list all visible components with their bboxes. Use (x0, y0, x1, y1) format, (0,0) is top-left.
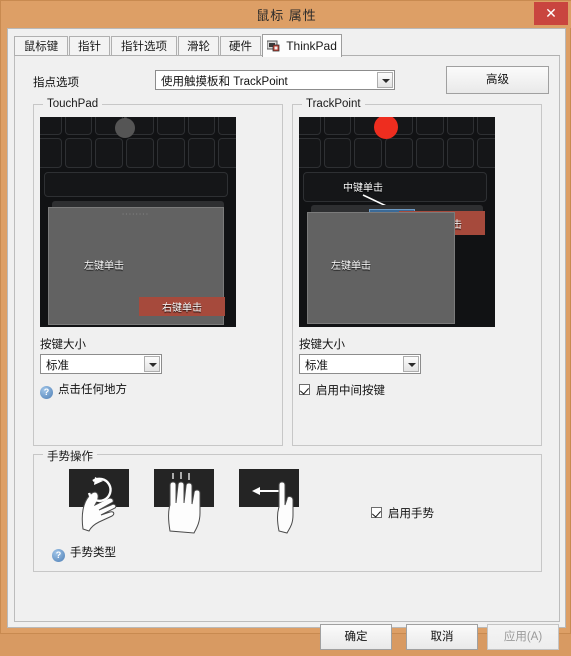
enable-middle-button-checkbox[interactable]: 启用中间按键 (299, 382, 385, 398)
touchpad-illustration: •••••••• 左键单击 右键单击 (40, 117, 236, 327)
pointing-device-label: 指点选项 (33, 77, 79, 89)
tab-mouse-buttons[interactable]: 鼠标键 (14, 36, 68, 56)
trackpoint-button-size-select[interactable]: 标准 (299, 354, 421, 374)
touchpad-texture: •••••••• (122, 211, 150, 216)
trackpoint-middle-click-label: 中键单击 (343, 183, 383, 194)
keyboard-row-2 (299, 138, 495, 168)
gesture-help-label: 手势类型 (70, 547, 116, 559)
cancel-button[interactable]: 取消 (406, 624, 478, 650)
touchpad-button-size-select[interactable]: 标准 (40, 354, 162, 374)
trackpoint-group: TrackPoint 中键单击 左键单击 按键大小 标准 启用中间按键 (292, 98, 542, 446)
tab-pointer-options[interactable]: 指针选项 (111, 36, 177, 56)
enable-gesture-label: 启用手势 (388, 508, 434, 520)
question-icon: ? (52, 549, 65, 562)
enable-gesture-checkbox[interactable]: 启用手势 (371, 505, 434, 521)
touchpad-left-click-label: 左键单击 (84, 261, 124, 272)
gesture-group-title: 手势操作 (43, 448, 97, 464)
touchpad-group-title: TouchPad (43, 98, 103, 110)
one-finger-edge-swipe-gesture-icon (239, 469, 305, 534)
keyboard-row-2 (40, 138, 236, 168)
question-icon: ? (40, 386, 53, 399)
advanced-button[interactable]: 高级 (446, 66, 549, 94)
trackpoint-illustration: 中键单击 ▪▪▪▪▪ 右键单击 左键单击 (299, 117, 495, 327)
pointing-device-select[interactable]: 使用触摸板和 TrackPoint (155, 70, 395, 90)
tab-wheel[interactable]: 滑轮 (178, 36, 219, 56)
enable-middle-button-label: 启用中间按键 (316, 385, 385, 397)
trackpoint-button-size-value: 标准 (305, 360, 328, 372)
dialog-button-row: 确定 取消 应用(A) (8, 624, 567, 656)
chevron-down-icon[interactable] (377, 72, 393, 88)
ok-button[interactable]: 确定 (320, 624, 392, 650)
touchpad-button-size-label: 按键大小 (40, 339, 86, 351)
checkbox-icon[interactable] (371, 507, 382, 518)
pointing-device-row: 指点选项 使用触摸板和 TrackPoint 高级 (33, 66, 549, 94)
window-title: 鼠标 属性 (256, 8, 317, 23)
touchpad-button-size-value: 标准 (46, 360, 69, 372)
spacebar (44, 172, 228, 197)
trackpoint-left-click-label: 左键单击 (331, 261, 371, 272)
title-bar: 鼠标 属性 ✕ (1, 1, 571, 28)
trackpoint-group-title: TrackPoint (302, 98, 365, 110)
touchpad-help-label: 点击任何地方 (58, 384, 127, 396)
tab-thinkpad-label: ThinkPad (286, 39, 337, 53)
chevron-down-icon[interactable] (144, 356, 160, 372)
touchpad-help-link[interactable]: ? 点击任何地方 (40, 381, 127, 399)
chevron-down-icon[interactable] (403, 356, 419, 372)
tab-strip: 鼠标键 指针 指针选项 滑轮 硬件 ThinkPad (14, 34, 560, 57)
pointing-device-value: 使用触摸板和 TrackPoint (161, 76, 288, 88)
tab-thinkpad[interactable]: ThinkPad (262, 34, 342, 57)
three-finger-swipe-gesture-icon (154, 469, 220, 534)
touchpad-group: TouchPad •••••••• 左键单击 右键单击 按键大小 标准 ? 点击… (33, 98, 283, 446)
keyboard-row-1 (40, 117, 236, 135)
tab-pointers[interactable]: 指针 (69, 36, 110, 56)
gesture-group: 手势操作 启用手势 ? 手势类型 (33, 448, 542, 572)
mouse-properties-window: 鼠标 属性 ✕ 鼠标键 指针 指针选项 滑轮 硬件 ThinkPad 指点选项 … (0, 0, 571, 650)
thinkpad-tab-page: 指点选项 使用触摸板和 TrackPoint 高级 TouchPad •••••… (14, 56, 560, 622)
trackpoint-nub-gray (115, 118, 135, 138)
close-icon[interactable]: ✕ (534, 2, 568, 25)
thinkpad-icon (266, 37, 280, 52)
trackpoint-button-size-label: 按键大小 (299, 339, 345, 351)
two-finger-rotate-gesture-icon (69, 469, 135, 534)
touchpad-right-click-zone: 右键单击 (139, 297, 225, 316)
tab-hardware[interactable]: 硬件 (220, 36, 261, 56)
checkbox-icon[interactable] (299, 384, 310, 395)
apply-button[interactable]: 应用(A) (487, 624, 559, 650)
gesture-help-link[interactable]: ? 手势类型 (52, 544, 116, 562)
trackpoint-touchpad-surface (307, 212, 455, 324)
trackpoint-nub-red (374, 117, 398, 139)
client-area: 鼠标键 指针 指针选项 滑轮 硬件 ThinkPad 指点选项 使用触摸板和 T… (7, 28, 566, 650)
